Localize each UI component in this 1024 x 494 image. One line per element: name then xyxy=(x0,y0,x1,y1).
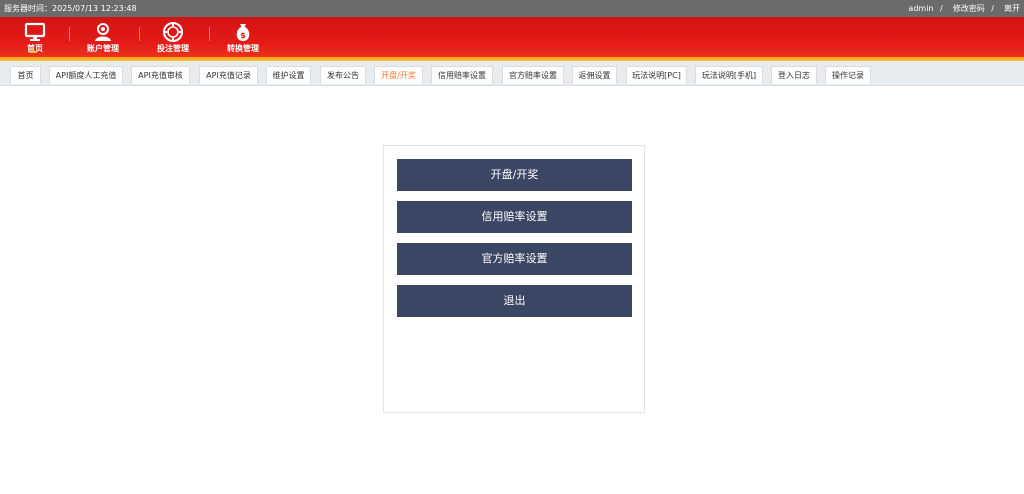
tab-rules-mobile[interactable]: 玩法说明[手机] xyxy=(695,66,763,84)
separator: / xyxy=(940,4,943,13)
tab-rebate-settings[interactable]: 返佣设置 xyxy=(572,66,617,84)
tab-official-odds-settings[interactable]: 官方赔率设置 xyxy=(502,66,564,84)
server-time-label: 服务器时间： xyxy=(4,4,52,13)
official-odds-button[interactable]: 官方赔率设置 xyxy=(397,243,632,275)
action-panel: 开盘/开奖 信用赔率设置 官方赔率设置 退出 xyxy=(383,145,645,413)
username: admin xyxy=(908,4,934,13)
top-status-bar: 服务器时间：2025/07/13 12:23:48 admin / 修改密码 / 离… xyxy=(0,0,1024,17)
tab-maintenance-settings[interactable]: 维护设置 xyxy=(266,66,311,84)
tab-credit-odds-settings[interactable]: 信用赔率设置 xyxy=(431,66,493,84)
nav-item-home[interactable]: 首页 xyxy=(0,19,70,57)
user-icon xyxy=(95,23,111,41)
tab-open-draw[interactable]: 开盘/开奖 xyxy=(374,66,423,84)
tab-bar: 首页 API额度人工充值 API充值审核 API充值记录 维护设置 发布公告 开… xyxy=(0,61,1024,86)
logout-link[interactable]: 离开 xyxy=(1004,4,1020,13)
credit-odds-button[interactable]: 信用赔率设置 xyxy=(397,201,632,233)
nav-item-accounts[interactable]: 账户管理 xyxy=(68,19,138,57)
change-password-link[interactable]: 修改密码 xyxy=(953,4,985,13)
tab-rules-pc[interactable]: 玩法说明[PC] xyxy=(626,66,687,84)
separator: / xyxy=(991,4,994,13)
tab-api-recharge-review[interactable]: API充值审核 xyxy=(131,66,190,84)
tab-publish-announcement[interactable]: 发布公告 xyxy=(320,66,366,84)
server-time: 服务器时间：2025/07/13 12:23:48 xyxy=(4,0,137,17)
main-header: 首页 账户管理 投注管理 $ 转换管理 xyxy=(0,17,1024,61)
tab-operation-log[interactable]: 操作记录 xyxy=(825,66,871,84)
nav-item-label: 账户管理 xyxy=(87,44,119,53)
nav-item-transfer[interactable]: $ 转换管理 xyxy=(208,19,278,57)
exit-button[interactable]: 退出 xyxy=(397,285,632,317)
nav-item-label: 转换管理 xyxy=(227,44,259,53)
nav-item-betting[interactable]: 投注管理 xyxy=(138,19,208,57)
tab-api-recharge-records[interactable]: API充值记录 xyxy=(199,66,258,84)
tab-api-manual-recharge[interactable]: API额度人工充值 xyxy=(49,66,123,84)
user-menu: admin / 修改密码 / 离开 xyxy=(904,0,1020,17)
open-draw-button[interactable]: 开盘/开奖 xyxy=(397,159,632,191)
nav-item-label: 投注管理 xyxy=(157,44,189,53)
tab-home[interactable]: 首页 xyxy=(10,66,41,84)
svg-text:$: $ xyxy=(240,31,246,40)
chip-icon xyxy=(163,22,183,42)
server-time-value: 2025/07/13 12:23:48 xyxy=(52,4,137,13)
tab-login-log[interactable]: 登入日志 xyxy=(771,66,817,84)
monitor-icon xyxy=(24,22,46,41)
money-bag-icon: $ xyxy=(236,24,250,41)
active-indicator xyxy=(29,49,37,53)
